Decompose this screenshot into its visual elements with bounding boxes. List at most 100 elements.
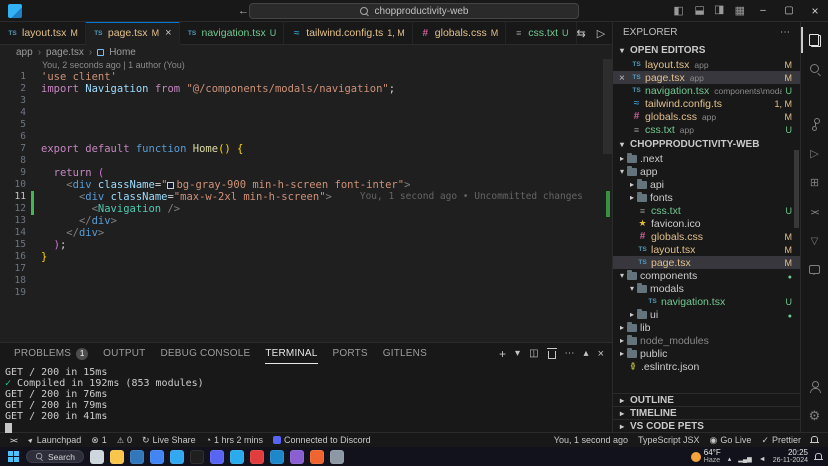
code-editor[interactable]: You, 2 seconds ago | 1 author (You) 1'us… xyxy=(0,59,612,342)
open-editor-navigation.tsx[interactable]: navigation.tsxcomponents\modalsU xyxy=(613,84,800,97)
taskbar-app-youtube[interactable] xyxy=(250,450,264,464)
status-go-live[interactable]: Go Live xyxy=(705,433,757,447)
network-icon[interactable] xyxy=(738,448,751,466)
panel-tab-gitlens[interactable]: GITLENS xyxy=(383,343,427,364)
breadcrumb-item-page.tsx[interactable]: page.tsx xyxy=(46,47,84,58)
tree-item-api[interactable]: api xyxy=(613,178,800,191)
minimize-button[interactable] xyxy=(750,0,776,21)
breadcrumb-item-Home[interactable]: Home xyxy=(109,47,136,58)
panel-tab-terminal[interactable]: TERMINAL xyxy=(265,343,317,364)
taskbar-clock[interactable]: 20:25 26-11-2024 xyxy=(773,449,808,465)
source-control-icon[interactable] xyxy=(801,111,828,137)
kill-terminal-icon[interactable] xyxy=(548,351,556,359)
panel-more-icon[interactable] xyxy=(565,348,575,359)
explorer-activity-icon[interactable] xyxy=(801,27,828,53)
status-session-timer[interactable]: 1 hrs 2 mins xyxy=(201,433,268,447)
open-editors-header[interactable]: OPEN EDITORS xyxy=(613,42,800,58)
run-debug-icon[interactable] xyxy=(801,140,828,166)
panel-tab-problems[interactable]: PROBLEMS1 xyxy=(14,343,88,364)
status-git-blame[interactable]: You, 1 second ago xyxy=(549,433,633,447)
open-editor-layout.tsx[interactable]: layout.tsxappM xyxy=(613,58,800,71)
tree-item-fonts[interactable]: fonts xyxy=(613,191,800,204)
command-center[interactable]: chopproductivity-web xyxy=(249,3,579,19)
tray-expand-icon[interactable] xyxy=(728,448,732,466)
section-header-vs-code-pets[interactable]: VS CODE PETS xyxy=(613,419,800,432)
tree-item-app[interactable]: app xyxy=(613,165,800,178)
maximize-button[interactable] xyxy=(776,0,802,21)
open-editor-css.txt[interactable]: css.txtappU xyxy=(613,123,800,136)
status-problems-warnings[interactable]: 0 xyxy=(112,433,137,447)
explorer-more-icon[interactable] xyxy=(780,27,790,38)
tab-layout.tsx[interactable]: layout.tsxM xyxy=(0,22,86,44)
close-editor-icon[interactable] xyxy=(619,72,631,84)
taskbar-app-edge[interactable] xyxy=(130,450,144,464)
split-terminal-icon[interactable] xyxy=(529,348,538,359)
tree-item-node_modules[interactable]: node_modules xyxy=(613,334,800,347)
open-editor-globals.css[interactable]: globals.cssappM xyxy=(613,110,800,123)
tab-navigation.tsx[interactable]: navigation.tsxU xyxy=(180,22,285,44)
panel-tab-output[interactable]: OUTPUT xyxy=(103,343,145,364)
run-file-icon[interactable] xyxy=(597,27,605,40)
status-language-mode[interactable]: TypeScript JSX xyxy=(633,433,705,447)
status-discord-status[interactable]: Connected to Discord xyxy=(268,433,376,447)
taskbar-app-vscode[interactable] xyxy=(170,450,184,464)
taskbar-app-terminal[interactable] xyxy=(190,450,204,464)
tab-css.txt[interactable]: css.txtU xyxy=(506,22,576,44)
volume-icon[interactable] xyxy=(759,448,766,466)
close-window-button[interactable] xyxy=(802,0,828,21)
status-remote-indicator[interactable] xyxy=(5,433,22,447)
tree-item-.next[interactable]: .next xyxy=(613,152,800,165)
taskbar-app-obs[interactable] xyxy=(290,450,304,464)
sidebar-scrollbar[interactable] xyxy=(794,150,799,228)
tree-item-public[interactable]: public xyxy=(613,347,800,360)
tree-item-globals.css[interactable]: globals.cssM xyxy=(613,230,800,243)
status-prettier[interactable]: Prettier xyxy=(756,433,806,447)
panel-tab-debug-console[interactable]: DEBUG CONSOLE xyxy=(160,343,250,364)
open-editor-tailwind.config.ts[interactable]: tailwind.config.ts1, M xyxy=(613,97,800,110)
codelens-annotation[interactable]: You, 2 seconds ago | 1 author (You) xyxy=(0,59,612,71)
taskbar-app-telegram[interactable] xyxy=(230,450,244,464)
tree-item-components[interactable]: components xyxy=(613,269,800,282)
chat-icon[interactable] xyxy=(801,256,828,282)
open-changes-icon[interactable] xyxy=(577,27,586,40)
tree-item-css.txt[interactable]: css.txtU xyxy=(613,204,800,217)
toggle-panel-icon[interactable] xyxy=(692,5,705,15)
status-notifications-bell[interactable] xyxy=(806,433,823,447)
start-button[interactable] xyxy=(8,451,20,463)
taskbar-app-file-explorer[interactable] xyxy=(110,450,124,464)
accounts-icon[interactable] xyxy=(801,374,828,400)
status-problems-errors[interactable]: 1 xyxy=(86,433,112,447)
tree-item-navigation.tsx[interactable]: navigation.tsxU xyxy=(613,295,800,308)
close-tab-icon[interactable] xyxy=(163,27,171,39)
tree-item-layout.tsx[interactable]: layout.tsxM xyxy=(613,243,800,256)
status-launchpad[interactable]: Launchpad xyxy=(22,433,86,447)
project-root-header[interactable]: CHOPPRODUCTIVITY-WEB xyxy=(613,136,800,152)
taskbar-app-steam[interactable] xyxy=(330,450,344,464)
open-editor-page.tsx[interactable]: page.tsxappM xyxy=(613,71,800,84)
tab-globals.css[interactable]: globals.cssM xyxy=(413,22,506,44)
taskbar-app-firefox[interactable] xyxy=(310,450,324,464)
new-terminal-icon[interactable] xyxy=(499,347,506,361)
notification-center-icon[interactable] xyxy=(815,453,822,459)
taskbar-app-copilot[interactable] xyxy=(90,450,104,464)
search-activity-icon[interactable] xyxy=(801,56,828,82)
editor-scrollbar[interactable] xyxy=(603,59,612,154)
terminal-output[interactable]: GET / 200 in 15ms✓ Compiled in 192ms (85… xyxy=(0,364,612,436)
weather-widget[interactable]: 64°F Haze xyxy=(691,449,721,465)
settings-gear-icon[interactable] xyxy=(801,403,828,429)
taskbar-app-chrome[interactable] xyxy=(150,450,164,464)
status-live-share[interactable]: Live Share xyxy=(137,433,201,447)
taskbar-app-discord[interactable] xyxy=(210,450,224,464)
close-panel-icon[interactable] xyxy=(598,348,604,360)
tree-item-favicon.ico[interactable]: favicon.ico xyxy=(613,217,800,230)
extensions-icon[interactable] xyxy=(801,169,828,195)
breadcrumb-item-app[interactable]: app xyxy=(16,47,33,58)
tab-tailwind.config.ts[interactable]: tailwind.config.ts1, M xyxy=(284,22,413,44)
customize-layout-icon[interactable] xyxy=(735,4,745,17)
taskbar-app-docker[interactable] xyxy=(270,450,284,464)
toggle-primary-sidebar-icon[interactable] xyxy=(673,4,683,17)
section-header-timeline[interactable]: TIMELINE xyxy=(613,406,800,419)
toggle-secondary-sidebar-icon[interactable] xyxy=(714,4,724,17)
panel-tab-ports[interactable]: PORTS xyxy=(333,343,368,364)
taskbar-search[interactable]: Search xyxy=(26,450,84,463)
